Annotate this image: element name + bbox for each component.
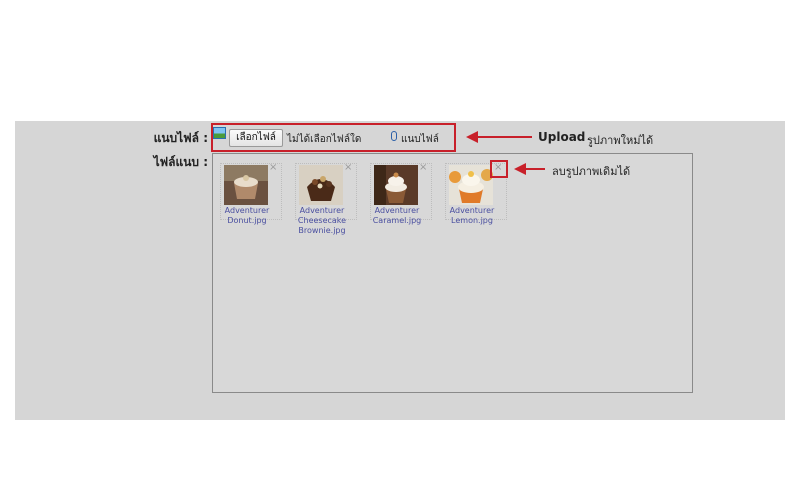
remove-attachment-icon[interactable]: × <box>419 163 427 173</box>
attachment-caption: Adventurer Lemon.jpg <box>449 206 495 225</box>
attachment-thumbnail[interactable] <box>224 165 268 205</box>
delete-arrow <box>524 168 545 170</box>
attachment-thumbnail[interactable] <box>374 165 418 205</box>
attach-file-label: แนบไฟล์ : <box>153 131 208 145</box>
delete-note-text: ลบรูปภาพเดิมได้ <box>552 165 631 178</box>
choose-file-button[interactable]: เลือกไฟล์ <box>229 129 283 147</box>
upload-note-text: รูปภาพใหม่ได้ <box>587 134 654 147</box>
no-file-selected-text: ไม่ได้เลือกไฟล์ใด <box>287 134 362 145</box>
upload-arrow <box>476 136 532 138</box>
attachment-thumbnail[interactable] <box>449 165 493 205</box>
paperclip-icon <box>391 131 397 141</box>
attached-files-label: ไฟล์แนบ : <box>153 155 208 169</box>
upload-note-bold: Upload <box>538 130 586 144</box>
attachment-thumbnail[interactable] <box>299 165 343 205</box>
attachment-caption: Adventurer Cheesecake Brownie.jpg <box>297 206 347 235</box>
delete-highlight-box <box>490 160 508 178</box>
attachment-caption: Adventurer Donut.jpg <box>224 206 270 225</box>
remove-attachment-icon[interactable]: × <box>344 163 352 173</box>
attach-file-link[interactable]: แนบไฟล์ <box>401 132 439 147</box>
image-icon <box>213 127 226 139</box>
remove-attachment-icon[interactable]: × <box>269 163 277 173</box>
attachment-caption: Adventurer Caramel.jpg <box>372 206 422 225</box>
